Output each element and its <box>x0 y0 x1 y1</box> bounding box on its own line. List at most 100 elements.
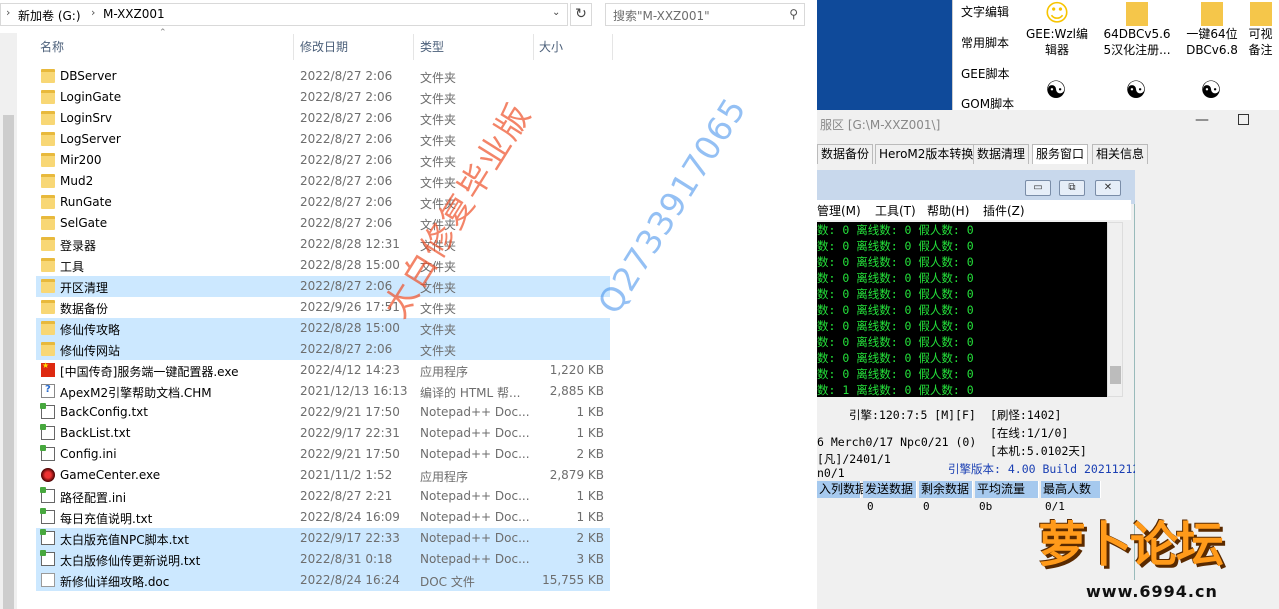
yin-yang-icon[interactable]: ☯ <box>1026 77 1086 103</box>
file-row[interactable]: 路径配置.ini 2022/8/27 2:21 Notepad++ Doc... 1 … <box>36 486 610 507</box>
file-row[interactable]: Config.ini 2022/9/21 17:50 Notepad++ Doc..… <box>36 444 610 465</box>
grid-cell: 0 <box>923 500 930 513</box>
column-divider[interactable] <box>612 34 613 60</box>
minimize-icon[interactable]: ▭ <box>1025 180 1051 196</box>
menu-plugins[interactable]: 插件(Z) <box>983 202 1025 219</box>
restore-icon[interactable]: ⧉ <box>1059 180 1085 196</box>
desktop-icon-dbc-565[interactable]: 64DBCv5.6 5汉化注册... <box>1102 0 1172 58</box>
minimize-icon[interactable]: — <box>1195 112 1209 128</box>
status-merch: 6 Merch0/17 Npc0/21 (0) <box>817 435 977 449</box>
column-divider[interactable] <box>533 34 534 60</box>
maximize-icon[interactable] <box>1238 114 1249 125</box>
file-row[interactable]: 工具 2022/8/28 15:00 文件夹 <box>36 255 610 276</box>
file-date: 2021/11/2 1:52 <box>300 468 393 482</box>
column-header-size[interactable]: 大小 <box>539 34 563 60</box>
file-row[interactable]: SelGate 2022/8/27 2:06 文件夹 <box>36 213 610 234</box>
file-row[interactable]: 登录器 2022/8/28 12:31 文件夹 <box>36 234 610 255</box>
column-header-name[interactable]: 名称 <box>40 34 64 60</box>
file-row[interactable]: LoginGate 2022/8/27 2:06 文件夹 <box>36 87 610 108</box>
file-date: 2022/9/21 17:50 <box>300 447 400 461</box>
desktop-menu-item[interactable]: 常用脚本 <box>961 34 1009 51</box>
menu-help[interactable]: 帮助(H) <box>927 202 969 219</box>
column-divider[interactable] <box>413 34 414 60</box>
console-scrollbar[interactable] <box>1107 222 1123 397</box>
tab-data-clean[interactable]: 数据清理 <box>973 144 1030 164</box>
menu-manage[interactable]: 管理(M) <box>817 202 861 219</box>
close-icon[interactable]: ✕ <box>1095 180 1121 196</box>
chevron-down-icon[interactable]: ⌄ <box>552 7 560 18</box>
file-row[interactable]: Mir200 2022/8/27 2:06 文件夹 <box>36 150 610 171</box>
file-name: 修仙传网站 <box>60 344 121 358</box>
inner-window-titlebar: ▭ ⧉ ✕ <box>817 170 1135 204</box>
yin-yang-icon[interactable]: ☯ <box>1106 77 1166 103</box>
file-date: 2022/8/28 15:00 <box>300 258 400 272</box>
file-row[interactable]: 开区清理 2022/8/27 2:06 文件夹 <box>36 276 610 297</box>
file-date: 2022/8/24 16:24 <box>300 573 400 587</box>
menu-tools[interactable]: 工具(T) <box>875 202 916 219</box>
folder-icon <box>41 195 55 209</box>
desktop-icon-dbc-68[interactable]: 一键64位 DBCv6.8 <box>1177 0 1247 58</box>
file-row[interactable]: [中国传奇]服务端一键配置器.exe 2022/4/12 14:23 应用程序 1,2… <box>36 360 610 381</box>
console-line: 数: 0 离线数: 0 假人数: 0 <box>817 223 974 237</box>
file-row[interactable]: BackConfig.txt 2022/9/21 17:50 Notepad++ D… <box>36 402 610 423</box>
file-name: 太白版充值NPC脚本.txt <box>60 533 189 547</box>
file-row[interactable]: 数据备份 2022/9/26 17:51 文件夹 <box>36 297 610 318</box>
file-row[interactable]: ApexM2引擎帮助文档.CHM 2021/12/13 16:13 编译的 HTML… <box>36 381 610 402</box>
grid-header-queue: 入列数据 <box>817 481 868 498</box>
file-size: 1 KB <box>576 426 604 440</box>
yin-yang-icon[interactable]: ☯ <box>1181 77 1241 103</box>
folder-icon <box>41 153 55 167</box>
column-divider[interactable] <box>293 34 294 60</box>
file-row[interactable]: 太白版充值NPC脚本.txt 2022/9/17 22:33 Notepad++ D… <box>36 528 610 549</box>
file-date: 2022/8/27 2:06 <box>300 69 393 83</box>
breadcrumb-drive[interactable]: 新加卷 (G:) <box>18 7 81 24</box>
vertical-scrollbar[interactable] <box>0 33 17 609</box>
search-input[interactable]: 搜索"M-XXZ001" ⚲ <box>605 3 805 26</box>
file-row[interactable]: 新修仙详细攻略.doc 2022/8/24 16:24 DOC 文件 15,755 K… <box>36 570 610 591</box>
text-file-icon <box>40 445 55 461</box>
tab-related-info[interactable]: 相关信息 <box>1092 144 1149 164</box>
folder-icon <box>41 321 55 335</box>
file-type: Notepad++ Doc... <box>420 405 530 419</box>
tab-data-backup[interactable]: 数据备份 <box>817 144 874 164</box>
refresh-button[interactable]: ↻ <box>570 3 592 26</box>
file-row[interactable]: RunGate 2022/8/27 2:06 文件夹 <box>36 192 610 213</box>
file-name: [中国传奇]服务端一键配置器.exe <box>60 365 239 379</box>
file-size: 1,220 KB <box>549 363 604 377</box>
text-file-icon <box>40 529 55 545</box>
file-row[interactable]: 每日充值说明.txt 2022/8/24 16:09 Notepad++ Doc..… <box>36 507 610 528</box>
smiley-icon: ☺ <box>1044 0 1070 27</box>
grid-header-remain: 剩余数据 <box>919 481 973 498</box>
file-date: 2022/9/21 17:50 <box>300 405 400 419</box>
file-date: 2022/8/31 0:18 <box>300 552 393 566</box>
file-list: DBServer 2022/8/27 2:06 文件夹 LoginGate 2022/8… <box>36 66 610 591</box>
scrollbar-thumb[interactable] <box>1110 366 1121 384</box>
file-date: 2022/8/27 2:06 <box>300 195 393 209</box>
console-line: 数: 0 离线数: 0 假人数: 0 <box>817 271 974 285</box>
status-n01: n0/1 <box>817 466 845 480</box>
address-bar[interactable]: › 新加卷 (G:) › M-XXZ001 ⌄ <box>0 3 568 26</box>
file-row[interactable]: GameCenter.exe 2021/11/2 1:52 应用程序 2,879 KB <box>36 465 610 486</box>
column-header-date[interactable]: 修改日期 <box>300 34 348 60</box>
file-row[interactable]: DBServer 2022/8/27 2:06 文件夹 <box>36 66 610 87</box>
text-file-icon <box>40 403 55 419</box>
file-row[interactable]: Mud2 2022/8/27 2:06 文件夹 <box>36 171 610 192</box>
file-row[interactable]: 修仙传网站 2022/8/27 2:06 文件夹 <box>36 339 610 360</box>
file-row[interactable]: BackList.txt 2022/9/17 22:31 Notepad++ Doc… <box>36 423 610 444</box>
file-date: 2022/8/27 2:06 <box>300 342 393 356</box>
tab-herom2-convert[interactable]: HeroM2版本转换 <box>875 144 978 164</box>
file-row[interactable]: 修仙传攻略 2022/8/28 15:00 文件夹 <box>36 318 610 339</box>
desktop-icon-gee-editor[interactable]: ☺ GEE:Wzl编 辑器 <box>1022 0 1092 58</box>
search-icon[interactable]: ⚲ <box>789 7 798 21</box>
column-header-type[interactable]: 类型 <box>420 34 444 60</box>
tab-service-window[interactable]: 服务窗口 <box>1032 144 1089 164</box>
desktop-menu-item[interactable]: 文字编辑 <box>961 3 1009 20</box>
desktop-icon-visual[interactable]: 可视 备注 <box>1242 0 1279 58</box>
file-type: Notepad++ Doc... <box>420 531 530 545</box>
desktop-menu-item[interactable]: GEE脚本 <box>961 65 1009 82</box>
file-row[interactable]: 太白版修仙传更新说明.txt 2022/8/31 0:18 Notepad++ Do… <box>36 549 610 570</box>
folder-icon <box>41 216 55 230</box>
file-name: RunGate <box>60 195 112 209</box>
breadcrumb-folder[interactable]: M-XXZ001 <box>103 7 165 21</box>
scrollbar-thumb[interactable] <box>3 115 14 609</box>
